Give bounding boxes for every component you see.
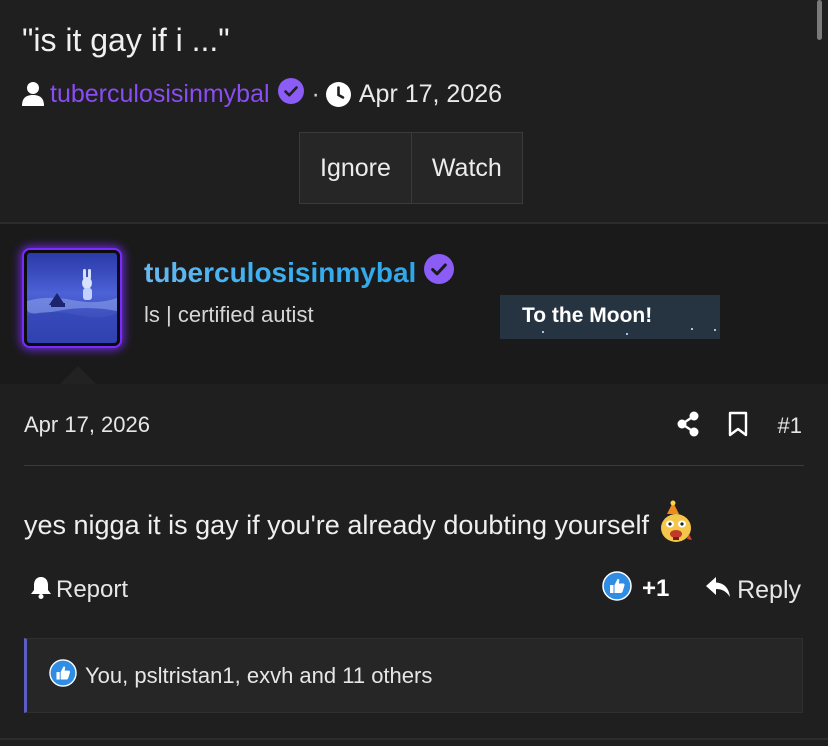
- post-actions-top: #1: [676, 410, 802, 442]
- reaction-button[interactable]: +1: [602, 570, 670, 608]
- thread-title: "is it gay if i ...": [22, 22, 230, 58]
- thread-action-buttons: Ignore Watch: [299, 132, 523, 204]
- reply-label: Reply: [737, 575, 801, 604]
- thumbs-up-icon: [602, 570, 632, 608]
- user-title: ls | certified autist: [144, 302, 314, 327]
- reactions-text: You, psltristan1, exvh and 11 others: [85, 662, 433, 688]
- post-body-text: yes nigga it is gay if you're already do…: [24, 510, 650, 540]
- post-date[interactable]: Apr 17, 2026: [24, 412, 150, 438]
- thread-author-link[interactable]: tuberculosisinmybal: [50, 80, 270, 109]
- laughing-emoji-icon: [659, 500, 693, 551]
- divider: [0, 738, 828, 740]
- user-banner: To the Moon!: [500, 295, 720, 339]
- bookmark-icon[interactable]: [728, 411, 748, 442]
- report-label: Report: [56, 576, 129, 603]
- report-button[interactable]: Report: [30, 574, 128, 606]
- post-username[interactable]: tuberculosisinmybal: [144, 254, 455, 291]
- reactions-summary[interactable]: You, psltristan1, exvh and 11 others: [24, 638, 803, 713]
- reply-button[interactable]: Reply: [705, 574, 801, 606]
- message-pointer: [60, 366, 96, 384]
- thread-date[interactable]: Apr 17, 2026: [359, 80, 502, 109]
- verified-check-icon: [424, 254, 455, 291]
- user-icon: [22, 81, 44, 107]
- reaction-count: +1: [642, 575, 670, 602]
- thumbs-up-icon: [49, 658, 77, 693]
- scrollbar[interactable]: [817, 0, 822, 40]
- thread-meta: tuberculosisinmybal · Apr 17, 2026: [22, 77, 502, 111]
- bell-icon: [30, 575, 52, 606]
- post-number-link[interactable]: #1: [778, 413, 802, 439]
- meta-separator: ·: [311, 79, 320, 108]
- post-user-block: tuberculosisinmybal ls | certified autis…: [0, 224, 828, 384]
- user-banner-text: To the Moon!: [522, 304, 653, 327]
- post-username-text[interactable]: tuberculosisinmybal: [144, 257, 416, 289]
- ignore-button[interactable]: Ignore: [300, 133, 411, 203]
- divider: [24, 465, 804, 466]
- share-icon[interactable]: [676, 411, 700, 442]
- avatar[interactable]: [24, 250, 120, 346]
- verified-check-icon: [277, 77, 304, 111]
- watch-button[interactable]: Watch: [410, 133, 522, 203]
- reply-arrow-icon: [705, 576, 731, 605]
- clock-icon: [325, 81, 351, 107]
- post-body: yes nigga it is gay if you're already do…: [24, 500, 693, 551]
